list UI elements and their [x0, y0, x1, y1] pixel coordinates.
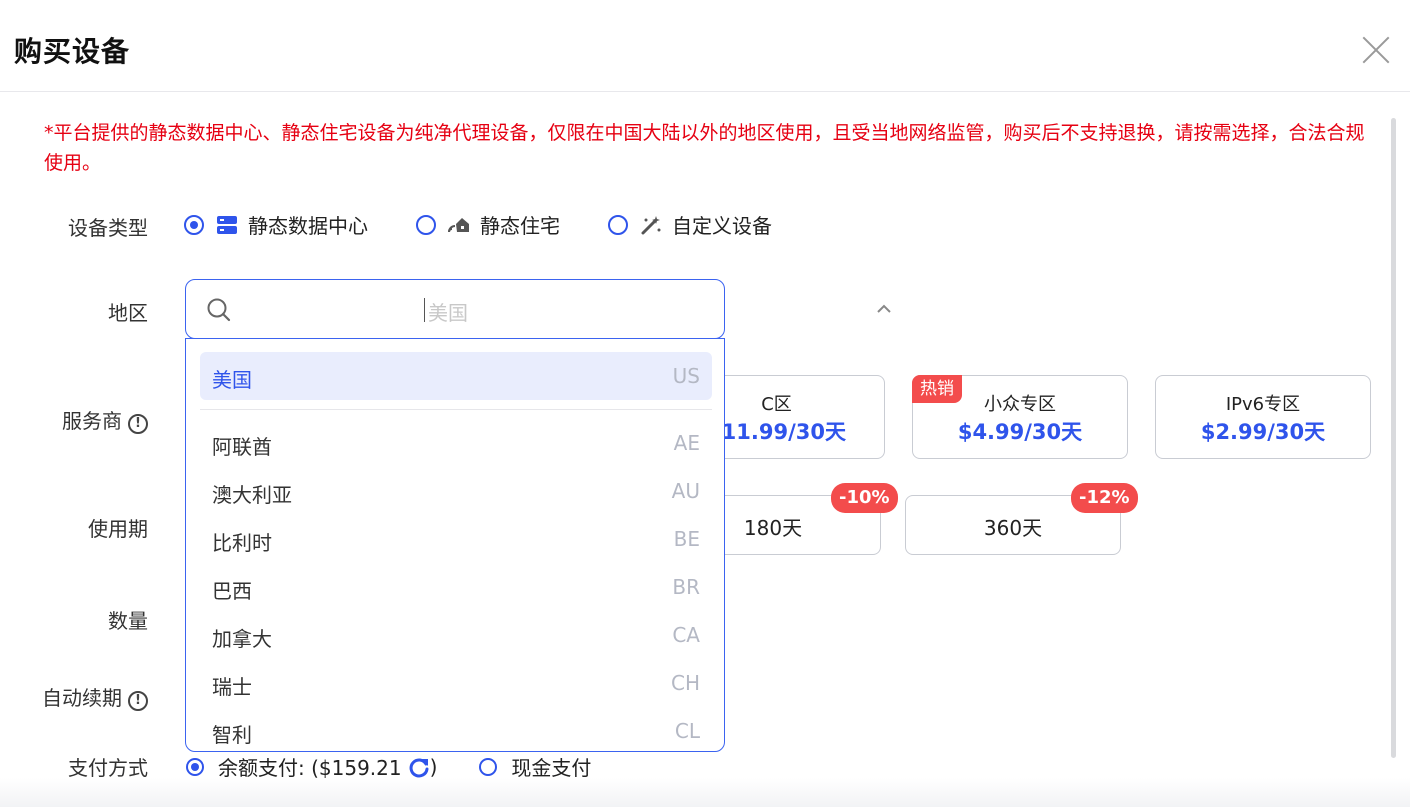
close-icon[interactable] [1360, 34, 1392, 66]
provider-name: IPv6专区 [1225, 394, 1301, 415]
device-type-residential-label: 静态住宅 [480, 214, 560, 238]
region-select[interactable]: 美国 [185, 279, 891, 339]
region-option-name: 澳大利亚 [212, 483, 292, 507]
discount-badge: -12% [1071, 483, 1138, 513]
region-option[interactable]: 阿联酋 AE [200, 419, 712, 467]
device-type-residential[interactable]: 静态住宅 [416, 210, 560, 239]
device-type-custom[interactable]: 自定义设备 [608, 210, 772, 239]
region-dropdown: 美国 US 阿联酋 AE 澳大利亚 AU 比利时 BE 巴西 BR 加拿大 CA… [185, 338, 725, 752]
search-icon [207, 298, 231, 322]
bottom-fade [0, 778, 1410, 807]
device-type-datacenter-label: 静态数据中心 [248, 214, 368, 238]
refresh-icon[interactable] [408, 756, 430, 778]
region-option-code: US [672, 364, 700, 388]
region-option[interactable]: 比利时 BE [200, 515, 712, 563]
provider-price: $4.99/30天 [957, 420, 1083, 444]
payment-cash[interactable]: 现金支付 [479, 752, 591, 781]
provider-name: 小众专区 [984, 394, 1056, 415]
region-option-code: BE [673, 527, 700, 551]
server-icon [217, 215, 237, 234]
scrollbar[interactable] [1391, 118, 1396, 758]
region-option[interactable]: 巴西 BR [200, 563, 712, 611]
balance-label-close: ) [429, 754, 438, 779]
region-option-name: 智利 [212, 723, 252, 747]
region-option[interactable]: 加拿大 CA [200, 611, 712, 659]
quantity-label: 数量 [108, 609, 148, 633]
region-option-name: 瑞士 [212, 675, 252, 699]
region-option-name: 加拿大 [212, 627, 272, 651]
radio-custom[interactable] [608, 214, 628, 235]
home-wifi-icon [448, 217, 469, 232]
provider-card-ipv6[interactable]: IPv6专区 $2.99/30天 [1155, 375, 1371, 459]
payment-balance[interactable]: 余额支付: ($159.21 ) [186, 752, 437, 781]
region-option[interactable]: 澳大利亚 AU [200, 467, 712, 515]
region-option-code: AE [673, 431, 700, 455]
radio-cash[interactable] [479, 757, 498, 776]
payment-label: 支付方式 [68, 756, 148, 780]
region-option-code: CL [674, 719, 700, 743]
device-type-group: 静态数据中心 静态住宅 自定义设备 [184, 210, 820, 239]
radio-residential[interactable] [416, 214, 436, 235]
region-option-code: AU [671, 479, 700, 503]
auto-renew-label-text: 自动续期 [42, 686, 122, 710]
discount-badge: -10% [831, 483, 898, 513]
region-option-name: 巴西 [212, 579, 252, 603]
region-search-input[interactable]: 美国 [428, 297, 468, 326]
provider-card-niche[interactable]: 热销 小众专区 $4.99/30天 [912, 375, 1128, 459]
payment-group: 余额支付: ($159.21 ) 现金支付 [186, 752, 633, 781]
radio-balance[interactable] [186, 757, 204, 776]
device-type-custom-label: 自定义设备 [672, 214, 772, 238]
region-option-code: CH [670, 671, 700, 695]
magic-wand-icon [641, 215, 661, 234]
period-label: 使用期 [88, 517, 148, 541]
modal-title: 购买设备 [14, 35, 131, 68]
device-type-label: 设备类型 [68, 216, 148, 240]
provider-label: 服务商! [8, 405, 148, 434]
cash-label: 现金支付 [511, 756, 592, 780]
region-option[interactable]: 瑞士 CH [200, 659, 712, 707]
provider-label-text: 服务商 [62, 409, 122, 433]
region-option-name: 阿联酋 [212, 435, 272, 459]
region-option-code: CA [672, 623, 700, 647]
auto-renew-label: 自动续期! [8, 682, 148, 711]
radio-datacenter[interactable] [184, 214, 204, 235]
info-icon[interactable]: ! [128, 414, 148, 434]
region-option-code: BR [672, 575, 700, 599]
balance-label: 余额支付: ($159.21 [218, 756, 402, 780]
region-option[interactable]: 智利 CL [200, 707, 712, 751]
chevron-up-icon[interactable] [876, 304, 892, 314]
info-icon[interactable]: ! [128, 691, 148, 711]
region-label: 地区 [108, 301, 148, 325]
region-option-selected[interactable]: 美国 US [200, 352, 712, 400]
notice-text: *平台提供的静态数据中心、静态住宅设备为纯净代理设备，仅限在中国大陆以外的地区使… [44, 122, 1365, 174]
modal-header: 购买设备 [0, 0, 1410, 92]
dropdown-divider [200, 409, 712, 410]
region-option-name: 美国 [212, 368, 252, 392]
provider-price: $2.99/30天 [1200, 420, 1326, 444]
device-type-datacenter[interactable]: 静态数据中心 [184, 210, 368, 239]
region-option-name: 比利时 [212, 531, 272, 555]
text-caret [424, 298, 425, 322]
period-label-text: 360天 [983, 516, 1043, 540]
